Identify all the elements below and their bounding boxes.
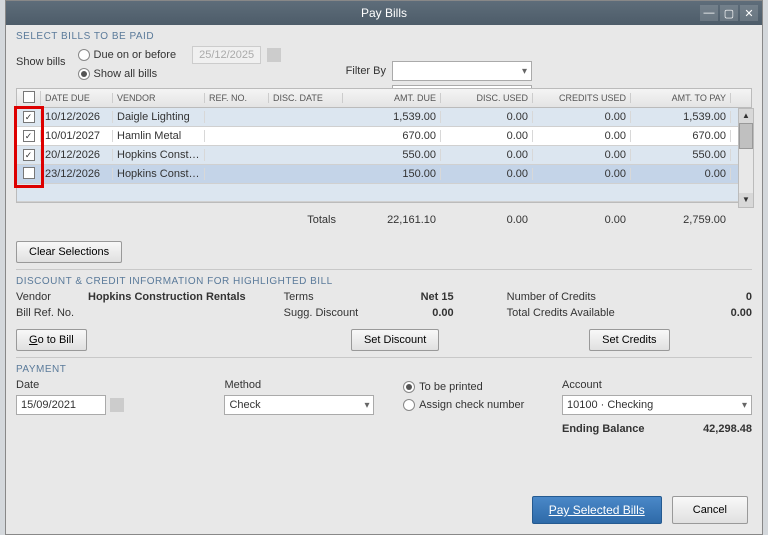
- calendar-icon[interactable]: [267, 48, 281, 62]
- radio-show-all[interactable]: [78, 68, 90, 80]
- th-date[interactable]: DATE DUE: [41, 93, 113, 103]
- ending-balance-label: Ending Balance: [562, 423, 645, 435]
- num-credits-value: 0: [647, 291, 752, 303]
- payment-header: PAYMENT: [16, 364, 752, 375]
- table-row[interactable]: ✓ 20/12/2026 Hopkins Constr... 550.00 0.…: [17, 146, 751, 165]
- totals-label: Totals: [268, 214, 342, 226]
- scroll-up-arrow[interactable]: ▲: [739, 109, 753, 123]
- pay-selected-bills-button[interactable]: Pay Selected Bills: [532, 496, 662, 524]
- row-checkbox[interactable]: [23, 167, 35, 179]
- pay-bills-window: Pay Bills — ▢ ✕ SELECT BILLS TO BE PAID …: [5, 0, 763, 535]
- scroll-down-arrow[interactable]: ▼: [739, 193, 753, 207]
- row-checkbox[interactable]: ✓: [23, 130, 35, 142]
- calendar-icon[interactable]: [110, 398, 124, 412]
- th-pay[interactable]: AMT. TO PAY: [631, 93, 731, 103]
- filter-by-dropdown[interactable]: [392, 61, 532, 81]
- radio-to-be-printed[interactable]: [403, 381, 415, 393]
- payment-date-input[interactable]: 15/09/2021: [16, 395, 106, 415]
- set-discount-button[interactable]: Set Discount: [351, 329, 439, 351]
- totals-disc-used: 0.00: [440, 214, 532, 226]
- totals-pay: 2,759.00: [630, 214, 730, 226]
- maximize-button[interactable]: ▢: [720, 5, 738, 21]
- window-title: Pay Bills: [361, 6, 407, 20]
- th-disc-date[interactable]: DISC. DATE: [269, 93, 343, 103]
- th-ref[interactable]: REF. NO.: [205, 93, 269, 103]
- radio-due-label: Due on or before: [94, 49, 177, 61]
- table-row[interactable]: 23/12/2026 Hopkins Constr... 150.00 0.00…: [17, 165, 751, 184]
- payment-date-label: Date: [16, 379, 224, 391]
- radio-assign-check[interactable]: [403, 399, 415, 411]
- terms-value: Net 15: [384, 291, 454, 303]
- th-disc-used[interactable]: DISC. USED: [441, 93, 533, 103]
- total-credits-value: 0.00: [647, 307, 752, 319]
- row-checkbox[interactable]: ✓: [23, 149, 35, 161]
- show-bills-label: Show bills: [16, 56, 66, 68]
- filter-by-label: Filter By: [336, 65, 386, 77]
- scroll-thumb[interactable]: [739, 123, 753, 149]
- select-bills-header: SELECT BILLS TO BE PAID: [16, 31, 752, 42]
- disc-info-header: DISCOUNT & CREDIT INFORMATION FOR HIGHLI…: [16, 276, 752, 287]
- radio-show-all-label: Show all bills: [94, 68, 158, 80]
- cancel-button[interactable]: Cancel: [672, 496, 748, 524]
- ending-balance-value: 42,298.48: [703, 423, 752, 435]
- go-to-bill-button[interactable]: Go to Bill: [16, 329, 87, 351]
- th-amt-due[interactable]: AMT. DUE: [343, 93, 441, 103]
- due-date-input[interactable]: 25/12/2025: [192, 46, 261, 64]
- totals-amt-due: 22,161.10: [342, 214, 440, 226]
- minimize-button[interactable]: —: [700, 5, 718, 21]
- table-row[interactable]: ✓ 10/12/2026 Daigle Lighting 1,539.00 0.…: [17, 108, 751, 127]
- vendor-value: Hopkins Construction Rentals: [88, 291, 246, 303]
- totals-credits: 0.00: [532, 214, 630, 226]
- th-credits[interactable]: CREDITS USED: [533, 93, 631, 103]
- method-label: Method: [224, 379, 403, 391]
- set-credits-button[interactable]: Set Credits: [589, 329, 669, 351]
- table-row[interactable]: ✓ 10/01/2027 Hamlin Metal 670.00 0.00 0.…: [17, 127, 751, 146]
- table-scrollbar[interactable]: ▲ ▼: [738, 108, 754, 208]
- sugg-disc-value: 0.00: [384, 307, 454, 319]
- account-label: Account: [562, 379, 752, 391]
- radio-due-on-before[interactable]: [78, 49, 90, 61]
- close-button[interactable]: ✕: [740, 5, 758, 21]
- method-dropdown[interactable]: Check: [224, 395, 374, 415]
- row-checkbox[interactable]: ✓: [23, 111, 35, 123]
- table-row-empty: [17, 184, 751, 202]
- clear-selections-button[interactable]: Clear Selections: [16, 241, 122, 263]
- th-vendor[interactable]: VENDOR: [113, 93, 205, 103]
- bills-table: DATE DUE VENDOR REF. NO. DISC. DATE AMT.…: [16, 88, 752, 203]
- account-dropdown[interactable]: 10100 · Checking: [562, 395, 752, 415]
- select-all-checkbox[interactable]: [23, 91, 35, 103]
- titlebar: Pay Bills — ▢ ✕: [6, 1, 762, 25]
